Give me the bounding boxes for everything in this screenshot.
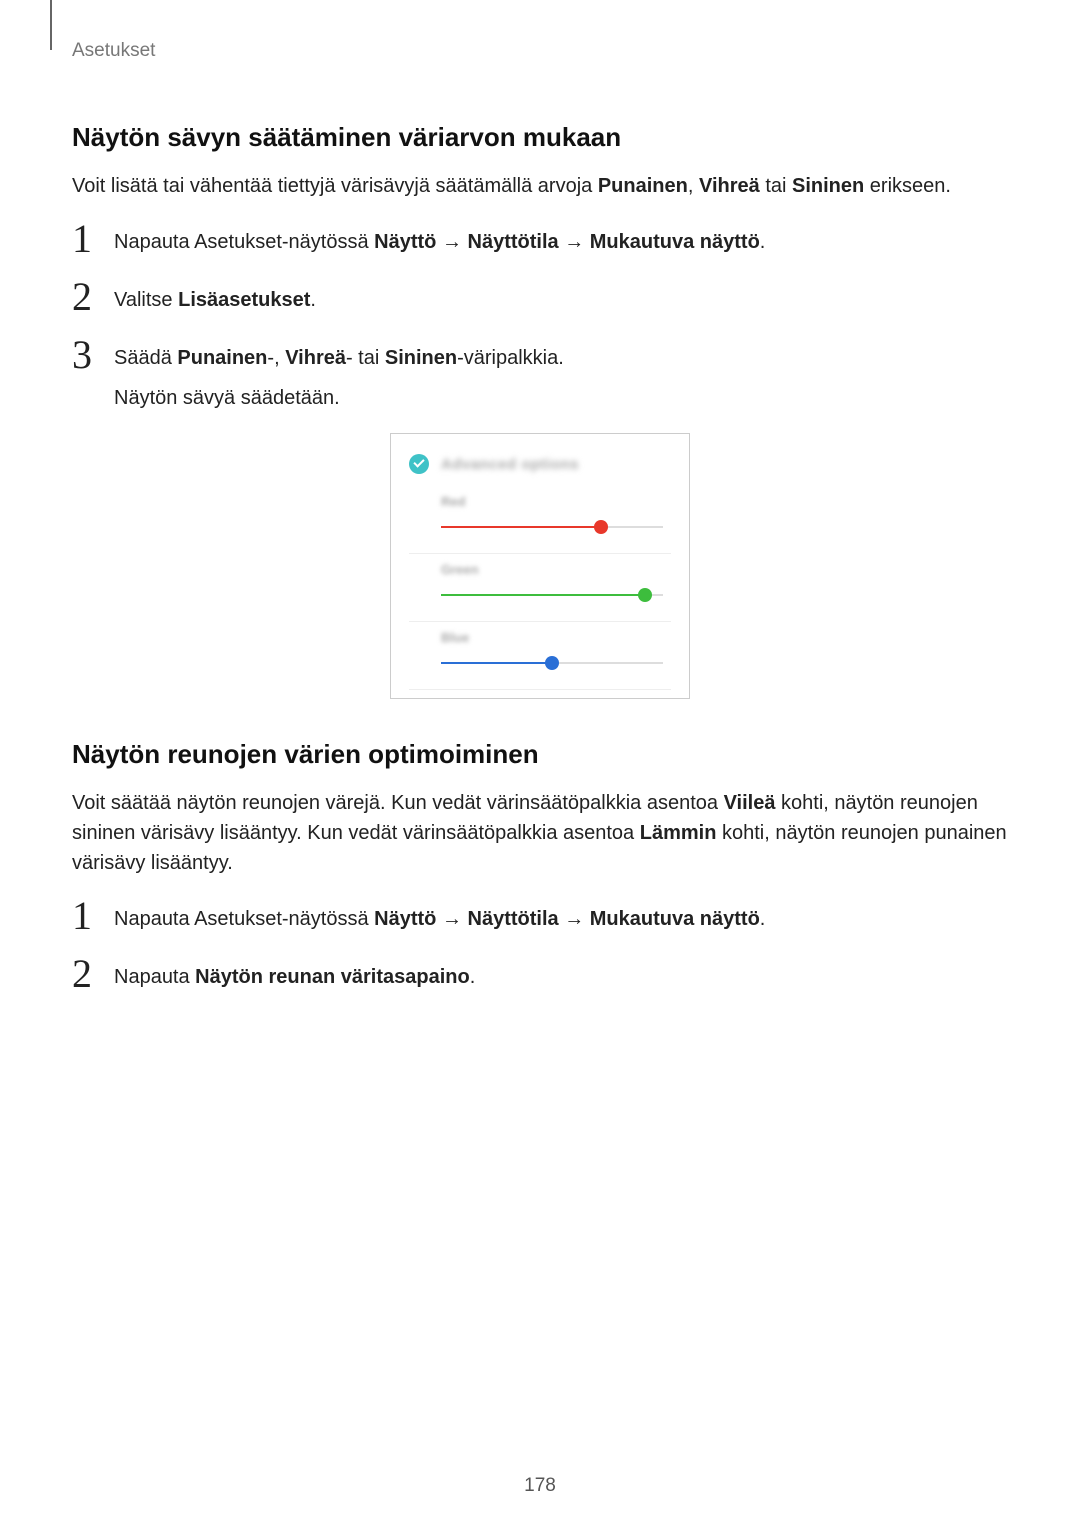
advanced-options-label: Advanced options [441, 456, 579, 473]
blue-label: Blue [441, 630, 663, 645]
step-number: 1 [72, 219, 108, 259]
text-bold: Viileä [724, 792, 776, 814]
section1-step-3: 3 Säädä Punainen-, Vihreä- tai Sininen-v… [72, 335, 1008, 413]
text-bold: Vihreä [285, 347, 346, 369]
advanced-options-row: Advanced options [399, 450, 681, 486]
green-slider[interactable] [441, 587, 663, 605]
text: Napauta Asetukset-näytössä [114, 908, 374, 930]
slider-thumb[interactable] [594, 520, 608, 534]
step-number: 2 [72, 277, 108, 317]
section1-step-2: 2 Valitse Lisäasetukset. [72, 277, 1008, 317]
text-bold: Mukautuva näyttö [590, 231, 760, 253]
text-bold: Näyttötila [468, 908, 559, 930]
text-bold: Sininen [792, 175, 864, 197]
text: Napauta Asetukset-näytössä [114, 231, 374, 253]
slider-thumb[interactable] [638, 588, 652, 602]
step-number: 1 [72, 896, 108, 936]
text-bold: Sininen [385, 347, 457, 369]
green-label: Green [441, 562, 663, 577]
text-bold: Näytön reunan väritasapaino [195, 966, 470, 988]
section1-intro: Voit lisätä tai vähentää tiettyjä värisä… [72, 171, 1008, 201]
text: Voit lisätä tai vähentää tiettyjä värisä… [72, 175, 598, 197]
text-bold: Mukautuva näyttö [590, 908, 760, 930]
text: Voit säätää näytön reunojen värejä. Kun … [72, 792, 724, 814]
text-bold: Näyttötila [468, 231, 559, 253]
margin-rule [50, 0, 52, 50]
green-slider-group: Green [399, 554, 681, 621]
text: → [436, 231, 467, 253]
text: Napauta [114, 966, 195, 988]
check-icon [409, 454, 429, 474]
text: → [436, 908, 467, 930]
divider [409, 689, 671, 690]
text: → [559, 908, 590, 930]
step-body: Valitse Lisäasetukset. [114, 277, 1008, 315]
blue-slider[interactable] [441, 655, 663, 673]
text: . [760, 908, 766, 930]
step-body: Säädä Punainen-, Vihreä- tai Sininen-vär… [114, 335, 1008, 413]
red-label: Red [441, 494, 663, 509]
text-bold: Lisäasetukset [178, 289, 310, 311]
text: - tai [346, 347, 385, 369]
slider-track-fill [441, 526, 601, 528]
text: . [310, 289, 316, 311]
section2-intro: Voit säätää näytön reunojen värejä. Kun … [72, 788, 1008, 878]
blue-slider-group: Blue [399, 622, 681, 689]
section2-heading: Näytön reunojen värien optimoiminen [72, 739, 1008, 770]
text: → [559, 231, 590, 253]
step-body: Napauta Asetukset-näytössä Näyttö → Näyt… [114, 896, 1008, 934]
step-body: Napauta Asetukset-näytössä Näyttö → Näyt… [114, 219, 1008, 257]
slider-thumb[interactable] [545, 656, 559, 670]
slider-track-fill [441, 594, 645, 596]
text: , [688, 175, 699, 197]
text: -väripalkkia. [457, 347, 564, 369]
step-number: 2 [72, 954, 108, 994]
text-bold: Lämmin [640, 822, 717, 844]
text: Valitse [114, 289, 178, 311]
breadcrumb: Asetukset [72, 40, 1008, 62]
slider-track-fill [441, 662, 552, 664]
text-bold: Näyttö [374, 908, 436, 930]
section1-heading: Näytön sävyn säätäminen väriarvon mukaan [72, 122, 1008, 153]
red-slider[interactable] [441, 519, 663, 537]
red-slider-group: Red [399, 486, 681, 553]
text-bold: Punainen [177, 347, 267, 369]
section2-step-1: 1 Napauta Asetukset-näytössä Näyttö → Nä… [72, 896, 1008, 936]
section2-step-2: 2 Napauta Näytön reunan väritasapaino. [72, 954, 1008, 994]
section1-step-1: 1 Napauta Asetukset-näytössä Näyttö → Nä… [72, 219, 1008, 259]
text-bold: Vihreä [699, 175, 760, 197]
text: Säädä [114, 347, 177, 369]
step-body: Napauta Näytön reunan väritasapaino. [114, 954, 1008, 992]
step-number: 3 [72, 335, 108, 375]
step-note: Näytön sävyä säädetään. [114, 383, 1008, 413]
page-number: 178 [0, 1475, 1080, 1497]
text-bold: Näyttö [374, 231, 436, 253]
text: erikseen. [864, 175, 951, 197]
text: . [470, 966, 476, 988]
device-screenshot: Advanced options Red Green Blue [390, 433, 690, 699]
text: tai [760, 175, 792, 197]
text: -, [267, 347, 285, 369]
text: . [760, 231, 766, 253]
text-bold: Punainen [598, 175, 688, 197]
